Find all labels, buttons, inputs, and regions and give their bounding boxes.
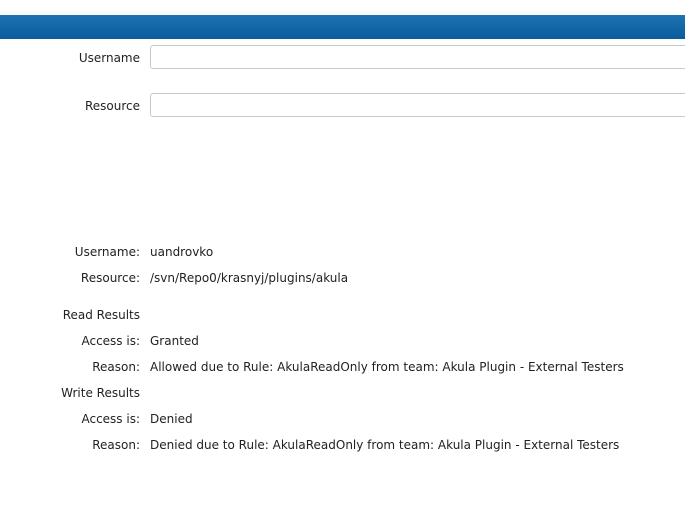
header-bar (0, 15, 685, 39)
read-access-row: Access is: Granted (0, 334, 685, 352)
resource-label: Resource (84, 99, 140, 113)
write-reason-label: Reason: (92, 438, 140, 452)
read-reason-value: Allowed due to Rule: AkulaReadOnly from … (150, 360, 624, 374)
read-access-value: Granted (150, 334, 199, 348)
summary-resource-row: Resource: /svn/Repo0/krasnyj/plugins/aku… (0, 271, 685, 289)
write-reason-row: Reason: Denied due to Rule: AkulaReadOnl… (0, 438, 685, 456)
read-reason-label: Reason: (92, 360, 140, 374)
write-results-heading-row: Write Results (0, 386, 685, 404)
read-results-heading: Read Results (62, 308, 140, 322)
username-input[interactable] (150, 45, 685, 69)
summary-username-label: Username: (74, 245, 140, 259)
read-results-heading-row: Read Results (0, 308, 685, 326)
summary-username-value: uandrovko (150, 245, 214, 259)
write-results-heading: Write Results (61, 386, 140, 400)
write-access-value: Denied (150, 412, 193, 426)
summary-resource-value: /svn/Repo0/krasnyj/plugins/akula (150, 271, 349, 285)
write-access-row: Access is: Denied (0, 412, 685, 430)
resource-input[interactable] (150, 93, 685, 117)
summary-username-row: Username: uandrovko (0, 245, 685, 263)
username-label: Username (78, 51, 140, 65)
write-access-label: Access is: (81, 412, 140, 426)
read-reason-row: Reason: Allowed due to Rule: AkulaReadOn… (0, 360, 685, 378)
write-reason-value: Denied due to Rule: AkulaReadOnly from t… (150, 438, 620, 452)
read-access-label: Access is: (81, 334, 140, 348)
summary-resource-label: Resource: (80, 271, 140, 285)
